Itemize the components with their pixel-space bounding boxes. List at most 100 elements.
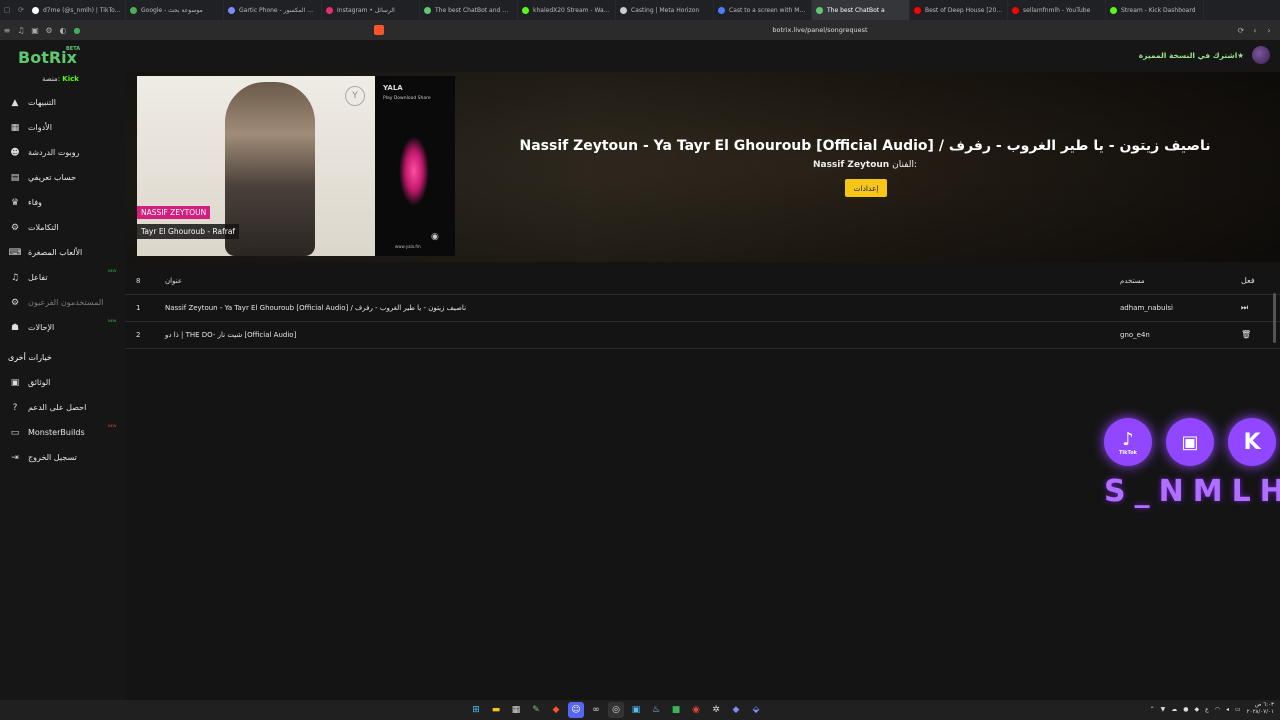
vpn-icon[interactable]: ◐ bbox=[56, 20, 70, 40]
wallet-icon[interactable]: ▣ bbox=[28, 20, 42, 40]
skip-icon[interactable]: ⏭ bbox=[1241, 303, 1248, 313]
lock-app-icon[interactable]: ■ bbox=[668, 702, 684, 718]
profile-card-icon: ▤ bbox=[10, 172, 20, 183]
tray-chevron-icon[interactable]: ⌃ bbox=[1150, 706, 1155, 713]
yala-y-logo-icon: Y bbox=[345, 86, 365, 106]
app-window-icon[interactable]: ▣ bbox=[628, 702, 644, 718]
sidebar-item[interactable]: ▦ الأدوات bbox=[0, 115, 125, 140]
cover-artist-tag: NASSIF ZEYTOUN bbox=[137, 206, 211, 219]
user-cog-icon: ⚙ bbox=[10, 297, 20, 308]
forward-icon[interactable]: › bbox=[1262, 20, 1276, 40]
store-icon[interactable]: ▦ bbox=[508, 702, 524, 718]
tray-cloud-icon[interactable]: ☁ bbox=[1171, 706, 1177, 713]
wifi-icon[interactable]: ◠ bbox=[1215, 706, 1220, 713]
header-count: 8 bbox=[136, 277, 141, 285]
notepad-icon[interactable]: ✎ bbox=[528, 702, 544, 718]
trash-icon[interactable]: 🗑 bbox=[1241, 330, 1251, 339]
new-badge: NEW bbox=[108, 319, 117, 323]
sidebar-item[interactable]: ▭ MonsterBuilds NEW bbox=[0, 420, 125, 445]
back-icon[interactable]: ‹ bbox=[1248, 20, 1262, 40]
discord-icon[interactable]: ☺ bbox=[568, 702, 584, 718]
browser-tab[interactable]: Casting | Meta Horizon bbox=[616, 0, 714, 20]
sidebar-item[interactable]: ☻ روبوت الدردشة bbox=[0, 140, 125, 165]
browser-tab-bar: ▢ ⟳ d7me (@s_nmlh) | TikTok(5) Google - م… bbox=[0, 0, 1280, 20]
overlay-handle: S_NMLH bbox=[1104, 474, 1280, 509]
tray-app-icon[interactable]: ▼ bbox=[1161, 706, 1166, 713]
artist-name: Nassif Zeytoun bbox=[812, 160, 890, 170]
sidebar-item[interactable]: ⚙ التكاملات bbox=[0, 215, 125, 240]
chatbot-icon: ☻ bbox=[10, 147, 20, 158]
tiktok-label: TikTok bbox=[1119, 449, 1137, 456]
mic-icon[interactable]: ● bbox=[1183, 706, 1188, 713]
windows-start-icon[interactable]: ⊞ bbox=[468, 702, 484, 718]
browser-tab[interactable]: The best ChatBot and Widg... bbox=[420, 0, 518, 20]
tab-strip: d7me (@s_nmlh) | TikTok(5) Google - موسوع… bbox=[28, 0, 1280, 20]
book-icon: ▣ bbox=[10, 377, 20, 388]
premium-link[interactable]: اشترك في النسخة المميزة★ bbox=[1139, 51, 1244, 60]
browser-tab[interactable]: sellamfnmlh - YouTube bbox=[1008, 0, 1106, 20]
steam-icon[interactable]: ♨ bbox=[648, 702, 664, 718]
oculus-icon[interactable]: ∞ bbox=[588, 702, 604, 718]
tab-title: Stream - Kick Dashboard bbox=[1121, 6, 1196, 14]
browser-tab[interactable]: The best ChatBot a bbox=[812, 0, 910, 20]
tray-app2-icon[interactable]: ◆ bbox=[1195, 706, 1200, 713]
obs-icon[interactable]: ◎ bbox=[608, 702, 624, 718]
sidebar-item-label: المستخدمون الفرعيون bbox=[28, 298, 104, 307]
refresh-icon[interactable]: ⟳ bbox=[1234, 20, 1248, 40]
platform-value[interactable]: Kick bbox=[62, 75, 79, 83]
browser-tab[interactable]: Cast to a screen with Meta bbox=[714, 0, 812, 20]
tab-title: Cast to a screen with Meta bbox=[729, 6, 807, 14]
brave-shield-icon[interactable] bbox=[374, 25, 384, 35]
platform-label: منصة: bbox=[42, 75, 61, 83]
sidebar-item[interactable]: ♛ وفاء bbox=[0, 190, 125, 215]
sidebar-item-label: الألعاب المصغرة bbox=[28, 248, 83, 257]
sidebar-item[interactable]: ⌨ الألعاب المصغرة bbox=[0, 240, 125, 265]
kick-icon: K bbox=[1228, 418, 1276, 466]
sidebar-item[interactable]: ▤ حساب تعريفي bbox=[0, 165, 125, 190]
music-icon[interactable]: ♫ bbox=[14, 20, 28, 40]
browser-tab[interactable]: khaledX20 Stream - Watch bbox=[518, 0, 616, 20]
menu-icon[interactable]: ≡ bbox=[0, 20, 14, 40]
sidebar-item-label: الوثائق bbox=[28, 378, 51, 387]
avatar[interactable] bbox=[1252, 46, 1270, 64]
shield-check-icon[interactable]: ● bbox=[70, 20, 84, 40]
sidebar-item[interactable]: ▲ التنبيهات bbox=[0, 90, 125, 115]
sidebar-item[interactable]: ♫ تفاعل NEW bbox=[0, 265, 125, 290]
link-app-icon[interactable]: ⬙ bbox=[748, 702, 764, 718]
settings-gear-icon[interactable]: ✲ bbox=[708, 702, 724, 718]
extensions-icon[interactable]: ⚙ bbox=[42, 20, 56, 40]
sidebar-item[interactable]: ▣ الوثائق bbox=[0, 370, 125, 395]
sidebar-item[interactable]: ⚙ المستخدمون الفرعيون bbox=[0, 290, 125, 315]
settings-button[interactable]: إعدادات bbox=[845, 179, 887, 197]
volume-icon[interactable]: ◂ bbox=[1226, 706, 1229, 713]
tab-favicon-icon bbox=[1110, 6, 1117, 14]
tab-title: Best of Deep House [2025] bbox=[925, 6, 1003, 14]
browser-tab[interactable]: Gartic Phone - الهاتف المكسور bbox=[224, 0, 322, 20]
integrations-icon: ⚙ bbox=[10, 222, 20, 233]
sidebar-item[interactable]: ☗ الإحالات NEW bbox=[0, 315, 125, 340]
row-title: Nassif Zeytoun - Ya Tayr El Ghouroub [Of… bbox=[165, 304, 467, 312]
sidebar-item[interactable]: ? احصل على الدعم bbox=[0, 395, 125, 420]
sidebar-toggle-icon[interactable]: ▢ bbox=[0, 0, 14, 20]
file-explorer-icon[interactable]: ▬ bbox=[488, 702, 504, 718]
battery-icon[interactable]: ▭ bbox=[1235, 706, 1241, 713]
language-indicator[interactable]: ع bbox=[1205, 706, 1209, 713]
browser-tab[interactable]: Best of Deep House [2025] bbox=[910, 0, 1008, 20]
diamond-app-icon[interactable]: ◆ bbox=[728, 702, 744, 718]
tab-favicon-icon bbox=[1012, 6, 1019, 14]
stream-overlay: ♪ TikTok ▣ K S_NMLH bbox=[1100, 416, 1280, 510]
browser-tab[interactable]: d7me (@s_nmlh) | TikTok(5) bbox=[28, 0, 126, 20]
browser-tab[interactable]: Instagram • الرسائل bbox=[322, 0, 420, 20]
browser-tab[interactable]: Stream - Kick Dashboard bbox=[1106, 0, 1204, 20]
sidebar-item[interactable]: ⇥ تسجيل الخروج bbox=[0, 445, 125, 470]
clock[interactable]: ٦:٠٣ ص ٢٠٢٨/٠٧/٠١ bbox=[1247, 702, 1274, 716]
album-cover: Y YALA Play Download Share www.yala.fm ◉… bbox=[137, 76, 455, 256]
brave-browser-icon[interactable]: ◆ bbox=[548, 702, 564, 718]
scrollbar[interactable] bbox=[1273, 293, 1276, 343]
tab-favicon-icon bbox=[718, 6, 725, 14]
browser-tab[interactable]: Google - موسوعة بحث bbox=[126, 0, 224, 20]
url-field[interactable]: botrix.live/panel/songrequest bbox=[620, 24, 1020, 36]
reload-icon[interactable]: ⟳ bbox=[14, 0, 28, 20]
artist-label: الفنان: bbox=[892, 160, 918, 170]
record-icon[interactable]: ◉ bbox=[688, 702, 704, 718]
